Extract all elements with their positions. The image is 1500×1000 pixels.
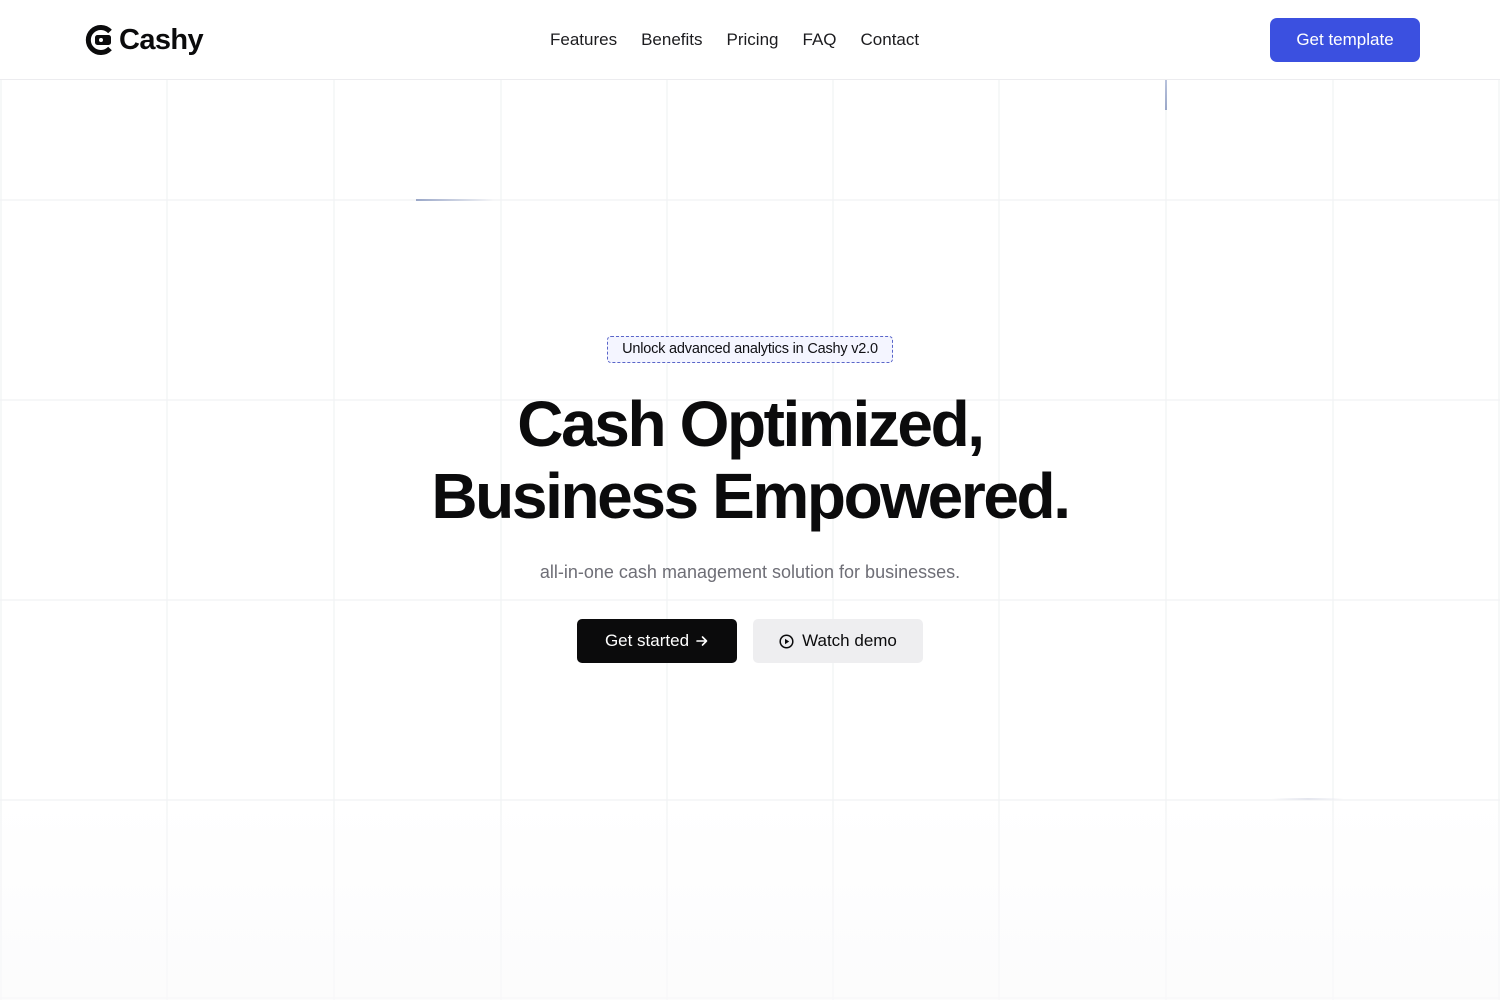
- headline-line: Business Empowered.: [431, 460, 1071, 532]
- get-started-button[interactable]: Get started: [577, 619, 737, 663]
- main-nav: Features Benefits Pricing FAQ Contact: [550, 28, 919, 52]
- watch-demo-label: Watch demo: [802, 631, 897, 650]
- brand-logo[interactable]: Cashy: [85, 22, 204, 58]
- brand-name: Cashy: [119, 24, 204, 56]
- nav-link-features[interactable]: Features: [550, 28, 617, 52]
- play-circle-icon: [779, 633, 794, 649]
- nav-link-pricing[interactable]: Pricing: [727, 28, 779, 52]
- nav-link-faq[interactable]: FAQ: [803, 28, 837, 52]
- arrow-right-icon: [696, 636, 708, 646]
- nav-link-benefits[interactable]: Benefits: [641, 28, 702, 52]
- get-template-button[interactable]: Get template: [1270, 18, 1420, 62]
- hero-headline: Cash Optimized, Business Empowered.: [0, 388, 1500, 532]
- hero-subtitle: all-in-one cash management solution for …: [539, 562, 961, 582]
- headline-line: Cash Optimized,: [517, 388, 985, 460]
- watch-demo-button[interactable]: Watch demo: [753, 619, 923, 663]
- site-header: Cashy Features Benefits Pricing FAQ Cont…: [0, 0, 1500, 80]
- nav-link-contact[interactable]: Contact: [861, 28, 920, 52]
- hero-section: Unlock advanced analytics in Cashy v2.0 …: [0, 80, 1500, 1000]
- get-started-label: Get started: [604, 631, 690, 650]
- cashy-logo-icon: [85, 25, 112, 55]
- announcement-badge[interactable]: Unlock advanced analytics in Cashy v2.0: [607, 336, 893, 363]
